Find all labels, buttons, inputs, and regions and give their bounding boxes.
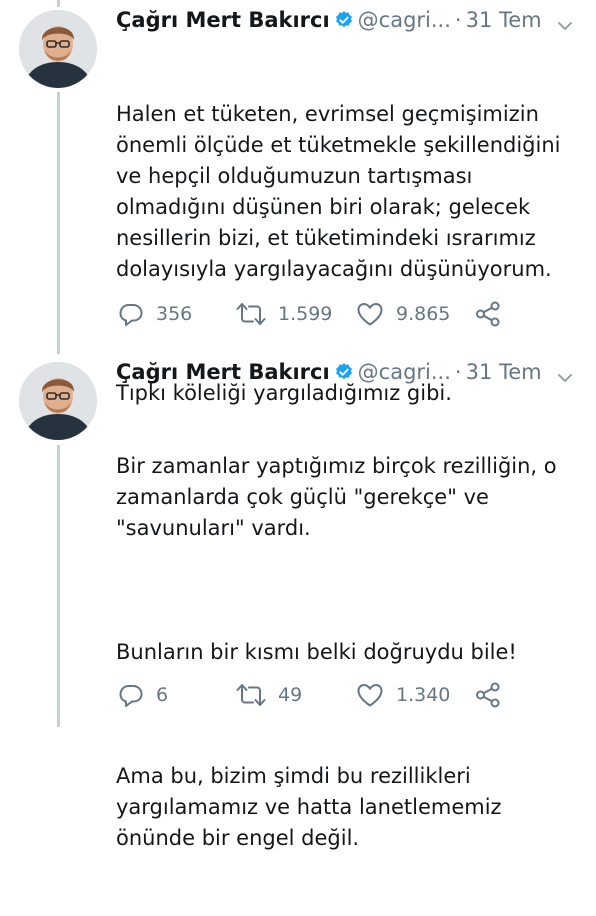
reply-button[interactable]: 6 bbox=[118, 680, 168, 710]
author-name[interactable]: Çağrı Mert Bakırcı bbox=[116, 360, 330, 384]
tweet-date[interactable]: 31 Tem bbox=[466, 8, 542, 32]
share-button[interactable] bbox=[474, 680, 514, 710]
separator-dot: · bbox=[454, 360, 462, 384]
reply-icon bbox=[119, 685, 143, 707]
retweet-count: 1.599 bbox=[278, 303, 333, 325]
share-icon bbox=[476, 301, 500, 327]
tweet-date[interactable]: 31 Tem bbox=[466, 360, 542, 384]
tweet-paragraph: Bunların bir kısmı belki doğruydu bile! bbox=[116, 640, 517, 664]
author-name[interactable]: Çağrı Mert Bakırcı bbox=[116, 8, 330, 32]
tweet-1[interactable]: Çağrı Mert Bakırcı @cagri... · 31 Tem Halen… bbox=[0, 3, 596, 405]
avatar[interactable] bbox=[19, 362, 97, 440]
reply-count: 6 bbox=[156, 684, 169, 706]
like-button[interactable]: 1.340 bbox=[356, 680, 450, 710]
verified-badge-icon bbox=[334, 358, 354, 392]
share-icon bbox=[476, 682, 500, 708]
author-handle[interactable]: @cagri... bbox=[358, 360, 451, 384]
avatar[interactable] bbox=[19, 10, 97, 88]
reply-button[interactable]: 356 bbox=[118, 299, 192, 329]
share-button[interactable] bbox=[474, 299, 514, 329]
retweet-icon bbox=[236, 303, 266, 325]
retweet-button[interactable]: 49 bbox=[236, 680, 302, 710]
tweet-paragraph: Ama bu, bizim şimdi bu rezillikleri yarg… bbox=[116, 764, 509, 850]
author-handle[interactable]: @cagri... bbox=[358, 8, 451, 32]
retweet-icon bbox=[236, 684, 266, 706]
tweet-content: Çağrı Mert Bakırcı @cagri... · 31 Tem Bir z… bbox=[116, 355, 586, 916]
verified-badge-icon bbox=[334, 6, 354, 40]
tweet-header: Çağrı Mert Bakırcı @cagri... · 31 Tem bbox=[116, 355, 586, 389]
tweet-2[interactable]: Çağrı Mert Bakırcı @cagri... · 31 Tem Bir z… bbox=[0, 355, 596, 850]
heart-icon bbox=[357, 303, 383, 326]
tweet-header: Çağrı Mert Bakırcı @cagri... · 31 Tem bbox=[116, 3, 586, 37]
chevron-down-icon[interactable] bbox=[556, 363, 574, 397]
reply-count: 356 bbox=[156, 303, 193, 325]
chevron-down-icon[interactable] bbox=[556, 11, 574, 45]
heart-icon bbox=[357, 684, 383, 707]
tweet-paragraph: Halen et tüketen, evrimsel geçmişimizin … bbox=[116, 102, 568, 281]
retweet-count: 49 bbox=[278, 684, 303, 706]
tweet-paragraph: Bir zamanlar yaptığımız birçok rezilliği… bbox=[116, 454, 564, 540]
like-button[interactable]: 9.865 bbox=[356, 299, 450, 329]
retweet-button[interactable]: 1.599 bbox=[236, 299, 332, 329]
tweet-actions: 6 49 1.340 bbox=[116, 680, 586, 710]
separator-dot: · bbox=[454, 8, 462, 32]
tweet-actions: 356 1.599 9.865 bbox=[116, 299, 586, 329]
reply-icon bbox=[119, 304, 143, 326]
tweet-text: Bir zamanlar yaptığımız birçok rezilliği… bbox=[116, 389, 586, 916]
like-count: 1.340 bbox=[396, 684, 451, 706]
like-count: 9.865 bbox=[396, 303, 451, 325]
